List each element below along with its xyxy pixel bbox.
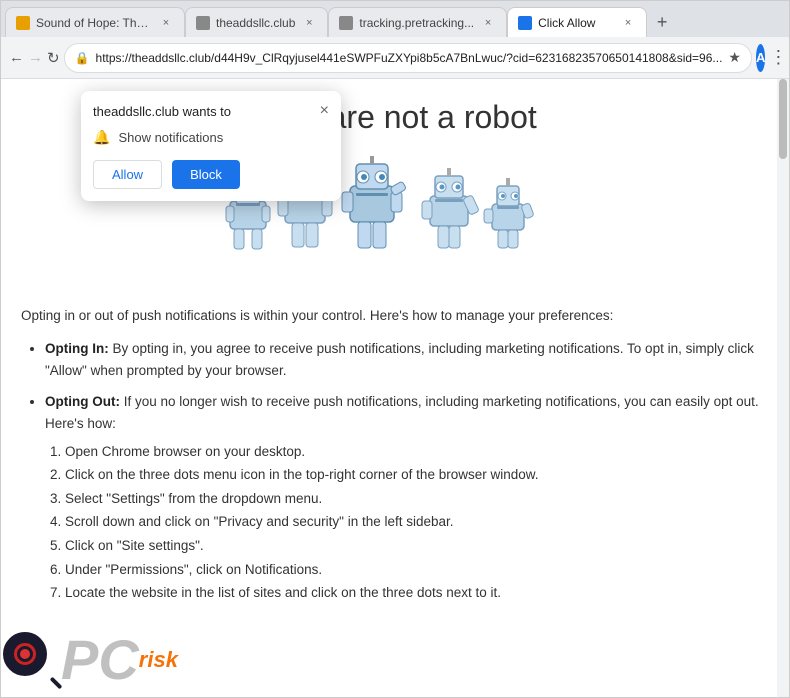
notification-popup: theaddsllc.club wants to × 🔔 Show notifi… <box>81 91 341 201</box>
tab-4-favicon <box>518 16 532 30</box>
popup-notification-label: Show notifications <box>118 130 223 145</box>
sub-list-item-1: Open Chrome browser on your desktop. <box>65 441 759 463</box>
tab-4-title: Click Allow <box>538 16 614 30</box>
tab-4-close[interactable]: × <box>620 15 636 31</box>
opting-in-text: By opting in, you agree to receive push … <box>45 341 754 378</box>
tab-1-title: Sound of Hope: The... <box>36 16 152 30</box>
list-item-opting-out: Opting Out: If you no longer wish to rec… <box>45 391 759 603</box>
profile-avatar[interactable]: A <box>756 44 765 72</box>
tab-4[interactable]: Click Allow × <box>507 7 647 37</box>
address-text: https://theaddsllc.club/d44H9v_ClRqyjuse… <box>96 51 723 65</box>
popup-buttons: Allow Block <box>93 160 329 189</box>
tab-2-title: theaddsllc.club <box>216 16 295 30</box>
nav-bar: ← → ↻ 🔒 https://theaddsllc.club/d44H9v_C… <box>1 37 789 79</box>
bottom-logo: PC risk <box>1 617 221 697</box>
body-intro-text: Opting in or out of push notifications i… <box>21 306 759 326</box>
tab-2[interactable]: theaddsllc.club × <box>185 7 328 37</box>
logo-text-area: PC risk <box>61 632 178 688</box>
tab-1-favicon <box>16 16 30 30</box>
address-bar[interactable]: 🔒 https://theaddsllc.club/d44H9v_ClRqyju… <box>64 43 752 73</box>
menu-button[interactable]: ⋮ <box>769 44 787 72</box>
new-tab-button[interactable]: + <box>647 7 677 37</box>
tab-2-close[interactable]: × <box>301 15 317 31</box>
forward-button[interactable]: → <box>28 44 43 72</box>
back-button[interactable]: ← <box>9 44 24 72</box>
tab-2-favicon <box>196 16 210 30</box>
allow-button[interactable]: Allow <box>93 160 162 189</box>
logo-risk-text: risk <box>139 649 178 671</box>
popup-notification-row: 🔔 Show notifications <box>93 129 329 146</box>
popup-title: theaddsllc.club wants to <box>93 104 231 119</box>
browser-frame: Sound of Hope: The... × theaddsllc.club … <box>0 0 790 698</box>
popup-close-button[interactable]: × <box>320 103 329 119</box>
bell-icon: 🔔 <box>93 129 110 146</box>
sub-list: Open Chrome browser on your desktop. Cli… <box>45 441 759 604</box>
tab-3-favicon <box>339 16 353 30</box>
bookmark-icon[interactable]: ★ <box>728 49 741 66</box>
popup-header: theaddsllc.club wants to × <box>93 103 329 119</box>
sub-list-item-4: Scroll down and click on "Privacy and se… <box>65 511 759 533</box>
sub-list-item-6: Under "Permissions", click on Notificati… <box>65 559 759 581</box>
tab-1-close[interactable]: × <box>158 15 174 31</box>
opting-out-label: Opting Out: <box>45 394 120 409</box>
tab-bar: Sound of Hope: The... × theaddsllc.club … <box>1 1 789 37</box>
sub-list-item-3: Select "Settings" from the dropdown menu… <box>65 488 759 510</box>
scrollbar[interactable] <box>777 79 789 697</box>
lock-icon: 🔒 <box>75 51 90 65</box>
tab-3[interactable]: tracking.pretracking... × <box>328 7 507 37</box>
opting-out-text: If you no longer wish to receive push no… <box>45 394 759 431</box>
logo-pc-text: PC <box>61 632 139 688</box>
scrollbar-thumb[interactable] <box>779 79 787 159</box>
tab-3-title: tracking.pretracking... <box>359 16 474 30</box>
opting-in-label: Opting In: <box>45 341 109 356</box>
sub-list-item-5: Click on "Site settings". <box>65 535 759 557</box>
content-area: theaddsllc.club wants to × 🔔 Show notifi… <box>1 79 789 697</box>
block-button[interactable]: Block <box>172 160 240 189</box>
logo-magnifying-glass <box>1 630 61 690</box>
tab-1[interactable]: Sound of Hope: The... × <box>5 7 185 37</box>
sub-list-item-7: Locate the website in the list of sites … <box>65 582 759 604</box>
tab-3-close[interactable]: × <box>480 15 496 31</box>
body-list: Opting In: By opting in, you agree to re… <box>21 338 759 604</box>
sub-list-item-2: Click on the three dots menu icon in the… <box>65 464 759 486</box>
list-item-opting-in: Opting In: By opting in, you agree to re… <box>45 338 759 381</box>
reload-button[interactable]: ↻ <box>47 44 60 72</box>
